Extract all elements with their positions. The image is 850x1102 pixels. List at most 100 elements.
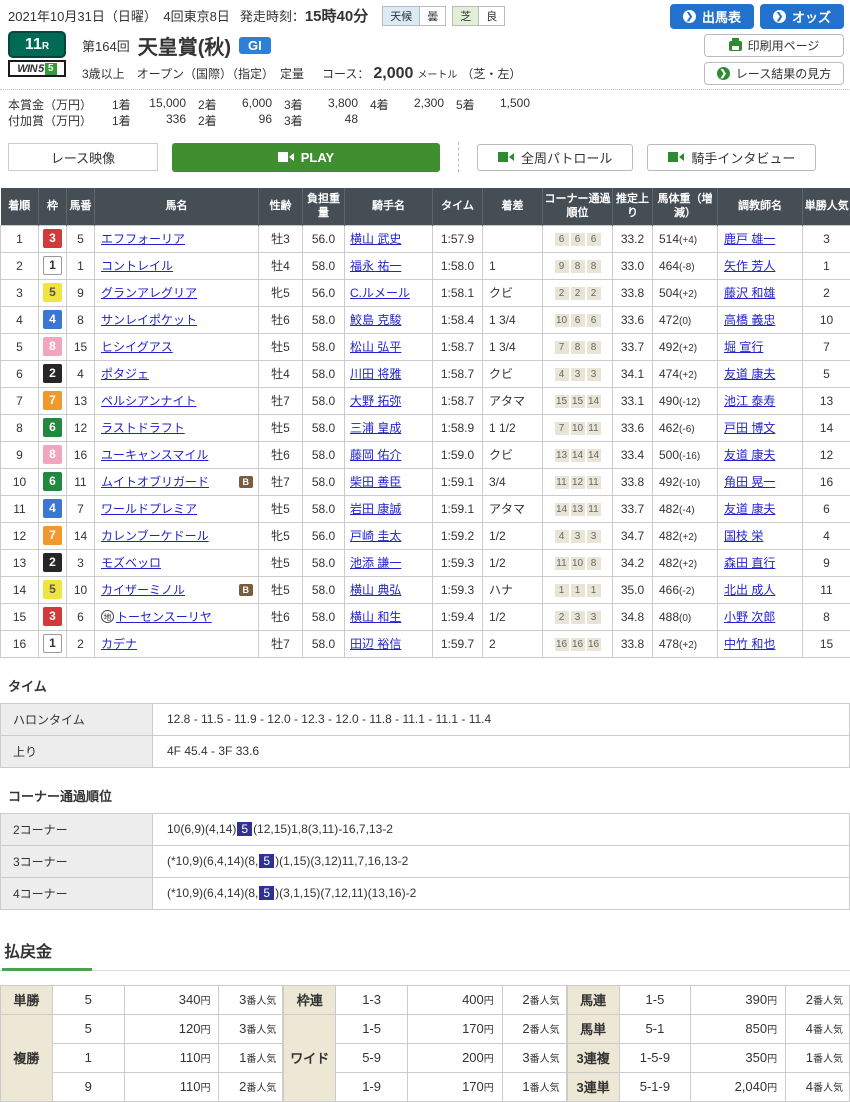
payout-amount: 120円 <box>124 1014 219 1043</box>
horse-name-link[interactable]: カデナ <box>101 637 137 651</box>
margin: 3/4 <box>483 468 543 495</box>
jockey-cell: 鮫島 克駿 <box>345 306 433 333</box>
sex-age: 牡5 <box>259 414 303 441</box>
trainer-link[interactable]: 森田 直行 <box>724 556 775 570</box>
trainer-link[interactable]: 角田 晃一 <box>724 475 775 489</box>
jockey-link[interactable]: 三浦 皇成 <box>350 421 401 435</box>
payout-popularity: 1番人気 <box>502 1072 566 1101</box>
trainer-link[interactable]: 友道 康夫 <box>724 502 775 516</box>
results-guide-button[interactable]: ❯ レース結果の見方 <box>704 62 844 85</box>
horse-name-link[interactable]: カレンブーケドール <box>101 529 209 543</box>
horse-name-link[interactable]: ワールドプレミア <box>101 502 197 516</box>
horse-number: 16 <box>67 441 95 468</box>
jockey-link[interactable]: 横山 武史 <box>350 232 401 246</box>
trainer-link[interactable]: 戸田 博文 <box>724 421 775 435</box>
win-popularity: 3 <box>803 225 850 252</box>
jockey-link[interactable]: 横山 和生 <box>350 610 401 624</box>
horse-name-link[interactable]: ペルシアンナイト <box>101 394 197 408</box>
horse-name-link[interactable]: ユーキャンスマイル <box>101 448 208 462</box>
jockey-link[interactable]: 福永 祐一 <box>350 259 401 273</box>
finish-time: 1:59.7 <box>433 630 483 657</box>
carried-weight: 58.0 <box>303 414 345 441</box>
horse-name-link[interactable]: エフフォーリア <box>101 232 185 246</box>
trainer-link[interactable]: 池江 泰寿 <box>724 394 775 408</box>
payout-row: 3連複1-5-9350円1番人気 <box>567 1043 849 1072</box>
jockey-link[interactable]: C.ルメール <box>350 286 410 300</box>
trainer-link[interactable]: 高橋 義忠 <box>724 313 775 327</box>
entries-button[interactable]: ❯ 出馬表 <box>670 4 754 29</box>
horse-weight-cell: 500(-16) <box>653 441 718 468</box>
payout-row: 3連単5-1-92,040円4番人気 <box>567 1072 849 1101</box>
horse-weight-cell: 464(-8) <box>653 252 718 279</box>
horse-name-link[interactable]: グランアレグリア <box>101 286 197 300</box>
trainer-link[interactable]: 小野 次郎 <box>724 610 775 624</box>
trainer-link[interactable]: 友道 康夫 <box>724 448 775 462</box>
result-row: 1612カデナ牡758.0田辺 裕信1:59.7216161633.8478(+… <box>1 630 850 657</box>
horse-name-link[interactable]: ラストドラフト <box>101 421 185 435</box>
horse-name-link[interactable]: トーセンスーリヤ <box>116 610 212 624</box>
jockey-link[interactable]: 川田 将雅 <box>350 367 401 381</box>
finish-position: 10 <box>1 468 39 495</box>
trainer-link[interactable]: 堀 宣行 <box>724 340 763 354</box>
corner-position: 7 <box>555 422 569 435</box>
horse-name-link[interactable]: モズベッロ <box>101 556 161 570</box>
bracket-cell: 1 <box>39 630 67 657</box>
trainer-link[interactable]: 友道 康夫 <box>724 367 775 381</box>
horse-name-link[interactable]: カイザーミノル <box>101 583 185 597</box>
jockey-link[interactable]: 藤岡 佑介 <box>350 448 401 462</box>
yen-suffix: 円 <box>200 1054 210 1065</box>
horse-name-link[interactable]: ポタジェ <box>101 367 149 381</box>
trainer-link[interactable]: 北出 成人 <box>724 583 775 597</box>
corner-position: 13 <box>571 503 585 516</box>
finish-position: 14 <box>1 576 39 603</box>
jockey-link[interactable]: 池添 謙一 <box>350 556 401 570</box>
horse-name-cell: ユーキャンスマイル <box>95 441 259 468</box>
jockey-link[interactable]: 戸崎 圭太 <box>350 529 401 543</box>
jockey-cell: 柴田 善臣 <box>345 468 433 495</box>
play-button[interactable]: PLAY <box>172 143 440 172</box>
finish-position: 8 <box>1 414 39 441</box>
trainer-link[interactable]: 藤沢 和雄 <box>724 286 775 300</box>
jockey-link[interactable]: 横山 典弘 <box>350 583 401 597</box>
win-popularity: 4 <box>803 522 850 549</box>
corner-order-cell: 433 <box>543 522 613 549</box>
payout-popularity: 1番人気 <box>219 1043 283 1072</box>
horse-name-cell: 地トーセンスーリヤ <box>95 603 259 630</box>
bet-type-label: ワイド <box>284 1014 336 1101</box>
win-popularity: 2 <box>803 279 850 306</box>
print-page-button[interactable]: 印刷用ページ <box>704 34 844 57</box>
horse-name-link[interactable]: ムイトオブリガード <box>101 475 209 489</box>
horse-weight-diff: (-16) <box>679 451 700 462</box>
jockey-link[interactable]: 松山 弘平 <box>350 340 401 354</box>
trainer-cell: 友道 康夫 <box>718 495 803 522</box>
odds-button[interactable]: ❯ オッズ <box>760 4 844 29</box>
jockey-link[interactable]: 岩田 康誠 <box>350 502 401 516</box>
col-last-3f: 推定上り <box>613 188 653 225</box>
jockey-interview-button[interactable]: 騎手インタビュー <box>647 144 816 171</box>
payout-title: 払戻金 <box>2 938 92 971</box>
payout-popularity: 2番人気 <box>786 985 850 1014</box>
horse-name-cell: ペルシアンナイト <box>95 387 259 414</box>
trainer-link[interactable]: 国枝 栄 <box>724 529 763 543</box>
sex-age: 牡5 <box>259 549 303 576</box>
jockey-cell: 大野 拓弥 <box>345 387 433 414</box>
trainer-link[interactable]: 鹿戸 雄一 <box>724 232 775 246</box>
jockey-link[interactable]: 柴田 善臣 <box>350 475 401 489</box>
trainer-link[interactable]: 矢作 芳人 <box>724 259 775 273</box>
jockey-link[interactable]: 田辺 裕信 <box>350 637 401 651</box>
patrol-video-button[interactable]: 全周パトロール <box>477 144 633 171</box>
bet-type-label: 枠連 <box>284 985 336 1014</box>
horse-name-link[interactable]: コントレイル <box>101 259 173 273</box>
payout-popularity: 3番人気 <box>219 985 283 1014</box>
race-date: 2021年10月31日（日曜） 4回東京8日 <box>8 6 230 25</box>
bracket-cell: 2 <box>39 360 67 387</box>
horse-name-link[interactable]: ヒシイグアス <box>101 340 173 354</box>
sex-age: 牝5 <box>259 522 303 549</box>
horse-name-cell: エフフォーリア <box>95 225 259 252</box>
trainer-link[interactable]: 中竹 和也 <box>724 637 775 651</box>
jockey-link[interactable]: 鮫島 克駿 <box>350 313 401 327</box>
bracket-cell: 7 <box>39 387 67 414</box>
horse-name-link[interactable]: サンレイポケット <box>101 313 197 327</box>
jockey-link[interactable]: 大野 拓弥 <box>350 394 401 408</box>
corner-position: 4 <box>555 368 569 381</box>
